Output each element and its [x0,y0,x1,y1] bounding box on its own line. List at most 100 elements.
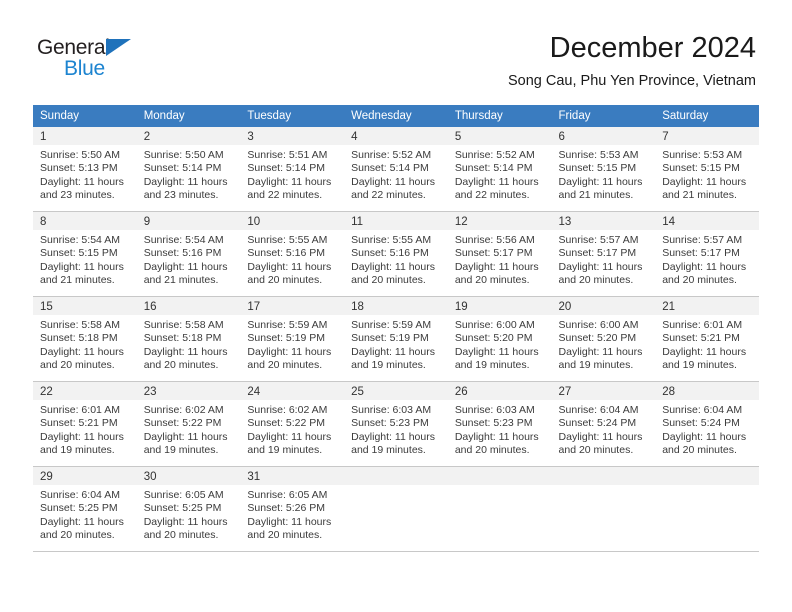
daylight-text: Daylight: 11 hours and 23 minutes. [40,175,124,201]
daylight-text: Daylight: 11 hours and 19 minutes. [247,430,332,456]
day-cell[interactable]: 18 Sunrise: 5:59 AM Sunset: 5:19 PM Dayligh… [344,297,448,382]
daylight-text: Daylight: 11 hours and 22 minutes. [454,175,539,201]
day-cell[interactable]: 14 Sunrise: 5:57 AM Sunset: 5:17 PM Dayligh… [655,212,759,297]
day-cell[interactable]: 5 Sunrise: 5:52 AM Sunset: 5:14 PM Daylight… [447,127,552,212]
calendar-week-row: 15 Sunrise: 5:58 AM Sunset: 5:18 PM Dayligh… [33,297,759,382]
calendar-cell [447,467,552,552]
day-sun-info: Sunrise: 5:51 AM Sunset: 5:14 PM Daylight:… [240,145,344,202]
day-sun-info: Sunrise: 6:04 AM Sunset: 5:25 PM Daylight:… [33,485,137,542]
sunset-text: Sunset: 5:19 PM [351,332,429,345]
calendar-week-row: 22 Sunrise: 6:01 AM Sunset: 5:21 PM Dayligh… [33,382,759,467]
sunset-text: Sunset: 5:20 PM [454,332,533,345]
daylight-text: Daylight: 11 hours and 23 minutes. [143,175,228,201]
sunset-text: Sunset: 5:17 PM [454,247,533,260]
sunset-text: Sunset: 5:14 PM [351,162,429,175]
calendar-cell: 7 Sunrise: 5:53 AM Sunset: 5:15 PM Daylight… [655,127,759,212]
daylight-text: Daylight: 11 hours and 22 minutes. [247,175,332,201]
day-number [447,467,552,485]
day-cell[interactable]: 13 Sunrise: 5:57 AM Sunset: 5:17 PM Dayligh… [551,212,656,297]
sunset-text: Sunset: 5:17 PM [662,247,740,260]
day-cell[interactable]: 25 Sunrise: 6:03 AM Sunset: 5:23 PM Dayligh… [344,382,448,467]
sunrise-text: Sunrise: 6:03 AM [454,404,535,416]
day-cell[interactable]: 28 Sunrise: 6:04 AM Sunset: 5:24 PM Dayligh… [655,382,759,467]
day-cell-empty [344,467,448,552]
day-cell-empty [447,467,552,552]
day-cell[interactable]: 7 Sunrise: 5:53 AM Sunset: 5:15 PM Daylight… [655,127,759,212]
day-cell[interactable]: 21 Sunrise: 6:01 AM Sunset: 5:21 PM Dayligh… [655,297,759,382]
day-cell[interactable]: 24 Sunrise: 6:02 AM Sunset: 5:22 PM Dayligh… [240,382,345,467]
day-cell[interactable]: 30 Sunrise: 6:05 AM Sunset: 5:25 PM Dayligh… [136,467,241,552]
day-cell[interactable]: 8 Sunrise: 5:54 AM Sunset: 5:15 PM Daylight… [33,212,137,297]
calendar-page: General Blue December 2024 Song Cau, Phu… [0,0,792,612]
weekday-header-monday: Monday [136,105,241,127]
daylight-text: Daylight: 11 hours and 20 minutes. [662,260,747,286]
calendar-cell [344,467,448,552]
day-sun-info: Sunrise: 6:00 AM Sunset: 5:20 PM Daylight:… [552,315,656,372]
calendar-cell: 29 Sunrise: 6:04 AM Sunset: 5:25 PM Dayligh… [33,467,137,552]
day-sun-info: Sunrise: 5:57 AM Sunset: 5:17 PM Daylight:… [552,230,656,287]
calendar-header-row: Sunday Monday Tuesday Wednesday Thursday… [33,105,759,127]
day-cell[interactable]: 17 Sunrise: 5:59 AM Sunset: 5:19 PM Dayligh… [240,297,345,382]
day-sun-info: Sunrise: 6:00 AM Sunset: 5:20 PM Daylight:… [448,315,552,372]
day-number: 12 [447,212,552,230]
sunrise-text: Sunrise: 5:50 AM [40,149,120,161]
day-sun-info: Sunrise: 6:05 AM Sunset: 5:25 PM Daylight:… [137,485,241,542]
sunrise-text: Sunrise: 5:51 AM [247,149,328,161]
sunrise-text: Sunrise: 6:02 AM [143,404,224,416]
sunset-text: Sunset: 5:14 PM [247,162,326,175]
day-cell[interactable]: 19 Sunrise: 6:00 AM Sunset: 5:20 PM Dayligh… [447,297,552,382]
day-sun-info: Sunrise: 6:01 AM Sunset: 5:21 PM Daylight:… [33,400,137,457]
day-cell[interactable]: 31 Sunrise: 6:05 AM Sunset: 5:26 PM Dayligh… [240,467,345,552]
day-number: 19 [447,297,552,315]
day-cell[interactable]: 4 Sunrise: 5:52 AM Sunset: 5:14 PM Daylight… [344,127,448,212]
calendar-cell: 4 Sunrise: 5:52 AM Sunset: 5:14 PM Daylight… [344,127,448,212]
daylight-text: Daylight: 11 hours and 20 minutes. [558,260,643,286]
day-cell-empty [655,467,759,552]
sunset-text: Sunset: 5:16 PM [247,247,326,260]
day-sun-info: Sunrise: 6:02 AM Sunset: 5:22 PM Daylight:… [240,400,344,457]
sunrise-text: Sunrise: 5:59 AM [351,319,432,331]
day-cell[interactable]: 27 Sunrise: 6:04 AM Sunset: 5:24 PM Dayligh… [551,382,656,467]
day-number: 30 [136,467,241,485]
day-number: 31 [240,467,345,485]
day-number: 4 [344,127,448,145]
day-number: 18 [344,297,448,315]
day-cell[interactable]: 6 Sunrise: 5:53 AM Sunset: 5:15 PM Daylight… [551,127,656,212]
calendar-cell: 16 Sunrise: 5:58 AM Sunset: 5:18 PM Dayligh… [136,297,241,382]
daylight-text: Daylight: 11 hours and 19 minutes. [351,430,435,456]
day-cell[interactable]: 9 Sunrise: 5:54 AM Sunset: 5:16 PM Daylight… [136,212,241,297]
day-number: 8 [33,212,137,230]
logo-triangle-icon [106,39,131,56]
weekday-header-sunday: Sunday [33,105,137,127]
day-cell[interactable]: 11 Sunrise: 5:55 AM Sunset: 5:16 PM Dayligh… [344,212,448,297]
day-cell[interactable]: 10 Sunrise: 5:55 AM Sunset: 5:16 PM Dayligh… [240,212,345,297]
day-cell[interactable]: 20 Sunrise: 6:00 AM Sunset: 5:20 PM Dayligh… [551,297,656,382]
sunrise-text: Sunrise: 5:50 AM [143,149,224,161]
daylight-text: Daylight: 11 hours and 21 minutes. [40,260,124,286]
sunset-text: Sunset: 5:25 PM [143,502,222,515]
day-cell[interactable]: 23 Sunrise: 6:02 AM Sunset: 5:22 PM Dayligh… [136,382,241,467]
weekday-header-saturday: Saturday [655,105,759,127]
sunrise-text: Sunrise: 5:55 AM [351,234,432,246]
day-sun-info: Sunrise: 6:05 AM Sunset: 5:26 PM Daylight:… [240,485,344,542]
calendar-cell: 14 Sunrise: 5:57 AM Sunset: 5:17 PM Dayligh… [655,212,759,297]
day-cell[interactable]: 15 Sunrise: 5:58 AM Sunset: 5:18 PM Dayligh… [33,297,137,382]
day-sun-info: Sunrise: 5:53 AM Sunset: 5:15 PM Daylight:… [552,145,656,202]
day-cell[interactable]: 1 Sunrise: 5:50 AM Sunset: 5:13 PM Daylight… [33,127,137,212]
day-cell[interactable]: 12 Sunrise: 5:56 AM Sunset: 5:17 PM Dayligh… [447,212,552,297]
sunset-text: Sunset: 5:18 PM [40,332,118,345]
day-cell[interactable]: 16 Sunrise: 5:58 AM Sunset: 5:18 PM Dayligh… [136,297,241,382]
day-cell[interactable]: 22 Sunrise: 6:01 AM Sunset: 5:21 PM Dayligh… [33,382,137,467]
sunrise-text: Sunrise: 6:05 AM [247,489,328,501]
day-cell[interactable]: 26 Sunrise: 6:03 AM Sunset: 5:23 PM Dayligh… [447,382,552,467]
daylight-text: Daylight: 11 hours and 20 minutes. [247,345,332,371]
sunrise-text: Sunrise: 5:57 AM [558,234,639,246]
sunrise-text: Sunrise: 5:55 AM [247,234,328,246]
sunrise-text: Sunrise: 6:04 AM [40,489,120,501]
day-cell[interactable]: 2 Sunrise: 5:50 AM Sunset: 5:14 PM Daylight… [136,127,241,212]
sunset-text: Sunset: 5:16 PM [351,247,429,260]
daylight-text: Daylight: 11 hours and 20 minutes. [247,515,332,541]
day-cell[interactable]: 29 Sunrise: 6:04 AM Sunset: 5:25 PM Dayligh… [33,467,137,552]
sunrise-text: Sunrise: 5:58 AM [40,319,120,331]
day-cell[interactable]: 3 Sunrise: 5:51 AM Sunset: 5:14 PM Daylight… [240,127,345,212]
